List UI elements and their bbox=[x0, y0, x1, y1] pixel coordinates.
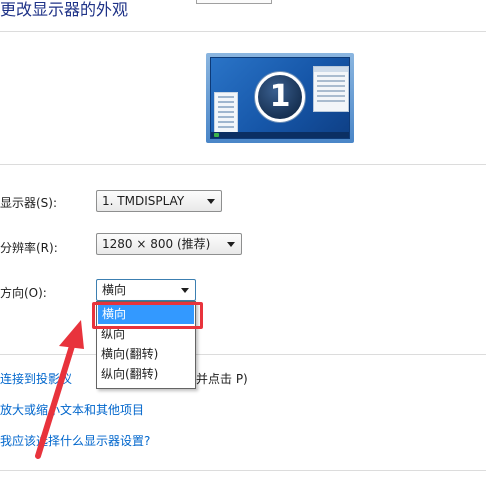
top-button-fragment[interactable] bbox=[196, 0, 272, 4]
display-select-value: 1. TMDISPLAY bbox=[102, 194, 185, 208]
annotation-highlight-box bbox=[92, 302, 203, 329]
display-select[interactable]: 1. TMDISPLAY bbox=[96, 190, 222, 212]
connect-projector-link[interactable]: 连接到投影仪 bbox=[0, 370, 72, 387]
which-settings-link[interactable]: 我应该选择什么显示器设置? bbox=[0, 432, 150, 449]
orientation-option[interactable]: 横向(翻转) bbox=[97, 344, 195, 364]
mini-window-graphic bbox=[313, 66, 349, 112]
projector-hint-text: 并点击 P) bbox=[196, 372, 248, 386]
monitor-screen: 1 bbox=[210, 57, 350, 139]
resolution-label: 分辨率(R): bbox=[0, 241, 58, 255]
enlarge-text-link[interactable]: 放大或缩小文本和其他项目 bbox=[0, 401, 144, 418]
display-label: 显示器(S): bbox=[0, 196, 58, 210]
page-title: 更改显示器的外观 bbox=[0, 0, 129, 19]
chevron-down-icon bbox=[207, 199, 215, 204]
separator bbox=[0, 354, 486, 355]
mini-start-button-graphic bbox=[214, 133, 219, 137]
monitor-number-badge: 1 bbox=[255, 72, 305, 122]
mini-taskbar-graphic bbox=[211, 132, 349, 138]
orientation-label: 方向(O): bbox=[0, 286, 47, 300]
resolution-select-value: 1280 × 800 (推荐) bbox=[102, 237, 211, 251]
orientation-select-value: 横向 bbox=[102, 283, 127, 297]
orientation-select[interactable]: 横向 bbox=[96, 279, 196, 301]
separator bbox=[0, 470, 486, 471]
chevron-down-icon bbox=[181, 288, 189, 293]
chevron-down-icon bbox=[227, 242, 235, 247]
orientation-option[interactable]: 纵向(翻转) bbox=[97, 364, 195, 384]
resolution-select[interactable]: 1280 × 800 (推荐) bbox=[96, 233, 242, 255]
monitor-icon[interactable]: 1 bbox=[206, 53, 354, 143]
